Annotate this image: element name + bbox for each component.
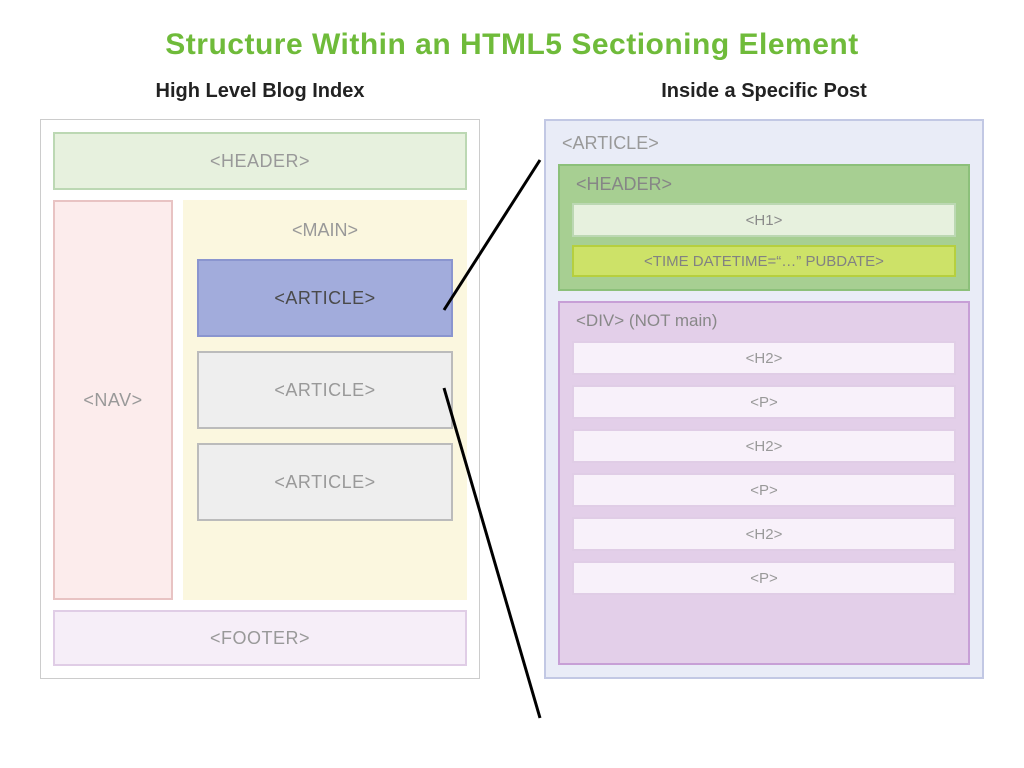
h2-box: <H2>	[572, 517, 956, 551]
main-label: <MAIN>	[197, 212, 453, 245]
main-box: <MAIN> <ARTICLE> <ARTICLE> <ARTICLE>	[183, 200, 467, 600]
post-article-box: <ARTICLE> <HEADER> <H1> <TIME DATETIME=“…	[544, 119, 984, 679]
footer-box: <FOOTER>	[53, 610, 467, 666]
post-div-box: <DIV> (NOT main) <H2> <P> <H2> <P> <H2> …	[558, 301, 970, 665]
page-title: Structure Within an HTML5 Sectioning Ele…	[0, 0, 1024, 62]
post-div-label: <DIV> (NOT main)	[572, 311, 956, 331]
article-label: <ARTICLE>	[558, 131, 970, 154]
h2-box: <H2>	[572, 341, 956, 375]
article-box: <ARTICLE>	[197, 351, 453, 429]
header-box: <HEADER>	[53, 132, 467, 190]
h1-box: <H1>	[572, 203, 956, 237]
right-column: Inside a Specific Post <ARTICLE> <HEADER…	[544, 80, 984, 679]
p-box: <P>	[572, 473, 956, 507]
blog-index-box: <HEADER> <NAV> <MAIN> <ARTICLE> <ARTICLE…	[40, 119, 480, 679]
p-box: <P>	[572, 385, 956, 419]
h2-box: <H2>	[572, 429, 956, 463]
article-box-highlighted: <ARTICLE>	[197, 259, 453, 337]
left-column: High Level Blog Index <HEADER> <NAV> <MA…	[40, 80, 480, 679]
nav-box: <NAV>	[53, 200, 173, 600]
p-box: <P>	[572, 561, 956, 595]
left-heading: High Level Blog Index	[40, 80, 480, 103]
post-header-label: <HEADER>	[572, 174, 956, 195]
right-heading: Inside a Specific Post	[544, 80, 984, 103]
time-box: <TIME DATETIME=“…” PUBDATE>	[572, 245, 956, 277]
article-box: <ARTICLE>	[197, 443, 453, 521]
post-header-box: <HEADER> <H1> <TIME DATETIME=“…” PUBDATE…	[558, 164, 970, 291]
